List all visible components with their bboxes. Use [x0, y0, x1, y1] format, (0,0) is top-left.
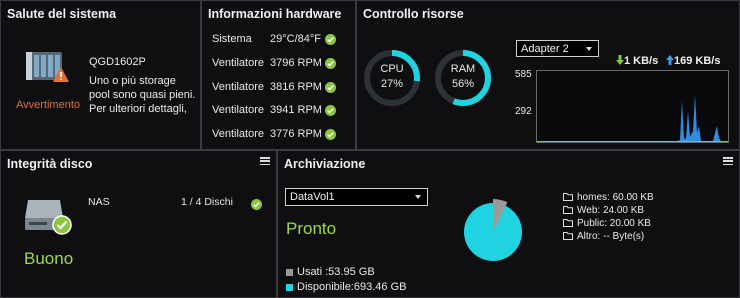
folder-value: Public: 20.00 KB — [577, 218, 651, 229]
nas-warning-icon — [23, 47, 69, 87]
adapter-select[interactable]: Adapter 2 — [516, 40, 599, 57]
legend-used: Usati :53.95 GB — [286, 266, 375, 278]
panel-title: Archiviazione — [284, 157, 366, 171]
download-speed-value: 1 KB/s — [624, 55, 659, 67]
hw-row-system: Sistema 29°C/84°F — [212, 33, 352, 47]
folder-homes: homes: 60.00 KB — [563, 192, 654, 203]
cpu-usage-ring[interactable]: CPU 27% — [363, 49, 421, 107]
disk-health-panel: Integrità disco NAS 1 / 4 Dischi Buono — [0, 150, 277, 298]
ram-usage-ring[interactable]: RAM 56% — [434, 49, 492, 107]
graph-tick-mid: 292 — [515, 106, 532, 117]
volume-select-value: DataVol1 — [290, 191, 335, 203]
check-icon — [251, 197, 262, 210]
hw-label: Ventilatore — [212, 57, 264, 69]
hw-value: 3816 RPM — [270, 81, 322, 93]
folder-icon — [563, 232, 573, 240]
ram-label: RAM — [450, 63, 476, 75]
folder-icon — [563, 206, 573, 214]
disk-ok-icon — [25, 196, 73, 236]
folder-other: Altro: -- Byte(s) — [563, 231, 644, 242]
hw-label: Sistema — [212, 33, 252, 45]
used-swatch — [286, 268, 293, 276]
graph-tick-max: 585 — [515, 69, 532, 80]
hardware-info-panel: Informazioni hardware Sistema 29°C/84°F … — [201, 0, 356, 150]
hw-value: 3796 RPM — [270, 57, 322, 69]
panel-title: Controllo risorse — [363, 7, 464, 21]
download-arrow-icon — [616, 55, 624, 65]
folder-icon — [563, 193, 573, 201]
hw-row-fan-1: Ventilatore 3796 RPM — [212, 57, 352, 71]
available-value: Disponibile:693.46 GB — [297, 281, 407, 293]
chevron-down-icon — [415, 195, 421, 199]
list-icon[interactable] — [260, 157, 270, 166]
hw-label: Ventilatore — [212, 81, 264, 93]
folder-public: Public: 20.00 KB — [563, 218, 651, 229]
device-name: QGD1602P — [89, 56, 146, 68]
folder-value: homes: 60.00 KB — [577, 192, 654, 203]
storage-panel: Archiviazione DataVol1 Pronto Usati :53.… — [277, 150, 740, 298]
cpu-percent: 27% — [380, 78, 404, 90]
disk-count: 1 / 4 Dischi — [181, 196, 233, 208]
hw-label: Ventilatore — [212, 104, 264, 116]
folder-value: Web: 24.00 KB — [577, 205, 645, 216]
health-message[interactable]: Uno o più storage pool sono quasi pieni.… — [89, 74, 199, 116]
hw-label: Ventilatore — [212, 128, 264, 140]
folder-web: Web: 24.00 KB — [563, 205, 644, 216]
chevron-down-icon — [586, 47, 592, 51]
check-icon — [325, 58, 336, 69]
hw-row-fan-4: Ventilatore 3776 RPM — [212, 128, 352, 142]
volume-select[interactable]: DataVol1 — [285, 188, 428, 206]
download-speed: 1 KB/s — [616, 55, 658, 67]
used-value: Usati :53.95 GB — [297, 266, 375, 278]
hw-row-fan-2: Ventilatore 3816 RPM — [212, 81, 352, 95]
adapter-select-value: Adapter 2 — [521, 43, 569, 55]
panel-title: Salute del sistema — [7, 7, 117, 21]
network-graph — [536, 70, 729, 143]
panel-title: Integrità disco — [7, 157, 93, 171]
upload-series — [537, 95, 728, 141]
hw-value: 3941 RPM — [270, 104, 322, 116]
hw-row-fan-3: Ventilatore 3941 RPM — [212, 104, 352, 118]
available-swatch — [286, 283, 293, 291]
disk-status: Buono — [24, 249, 74, 268]
volume-status: Pronto — [286, 219, 337, 238]
hw-value: 3776 RPM — [270, 128, 322, 140]
check-icon — [325, 82, 336, 93]
folder-value: Altro: -- Byte(s) — [577, 231, 645, 242]
upload-speed: 169 KB/s — [666, 55, 720, 67]
hw-value: 29°C/84°F — [270, 33, 321, 45]
check-icon — [325, 105, 336, 116]
cpu-label: CPU — [380, 63, 404, 75]
ram-percent: 56% — [451, 78, 475, 90]
disk-name: NAS — [88, 196, 110, 208]
legend-available: Disponibile:693.46 GB — [286, 281, 406, 293]
system-health-panel: Salute del sistema QGD1602P Uno o più st… — [0, 0, 201, 150]
health-status: Avvertimento — [16, 99, 80, 111]
panel-title: Informazioni hardware — [208, 7, 342, 21]
storage-pie-chart — [464, 199, 522, 261]
folder-icon — [563, 219, 573, 227]
check-icon — [325, 34, 336, 45]
check-icon — [325, 129, 336, 140]
upload-arrow-icon — [666, 55, 674, 65]
upload-speed-value: 169 KB/s — [674, 55, 721, 67]
list-icon[interactable] — [723, 157, 733, 166]
